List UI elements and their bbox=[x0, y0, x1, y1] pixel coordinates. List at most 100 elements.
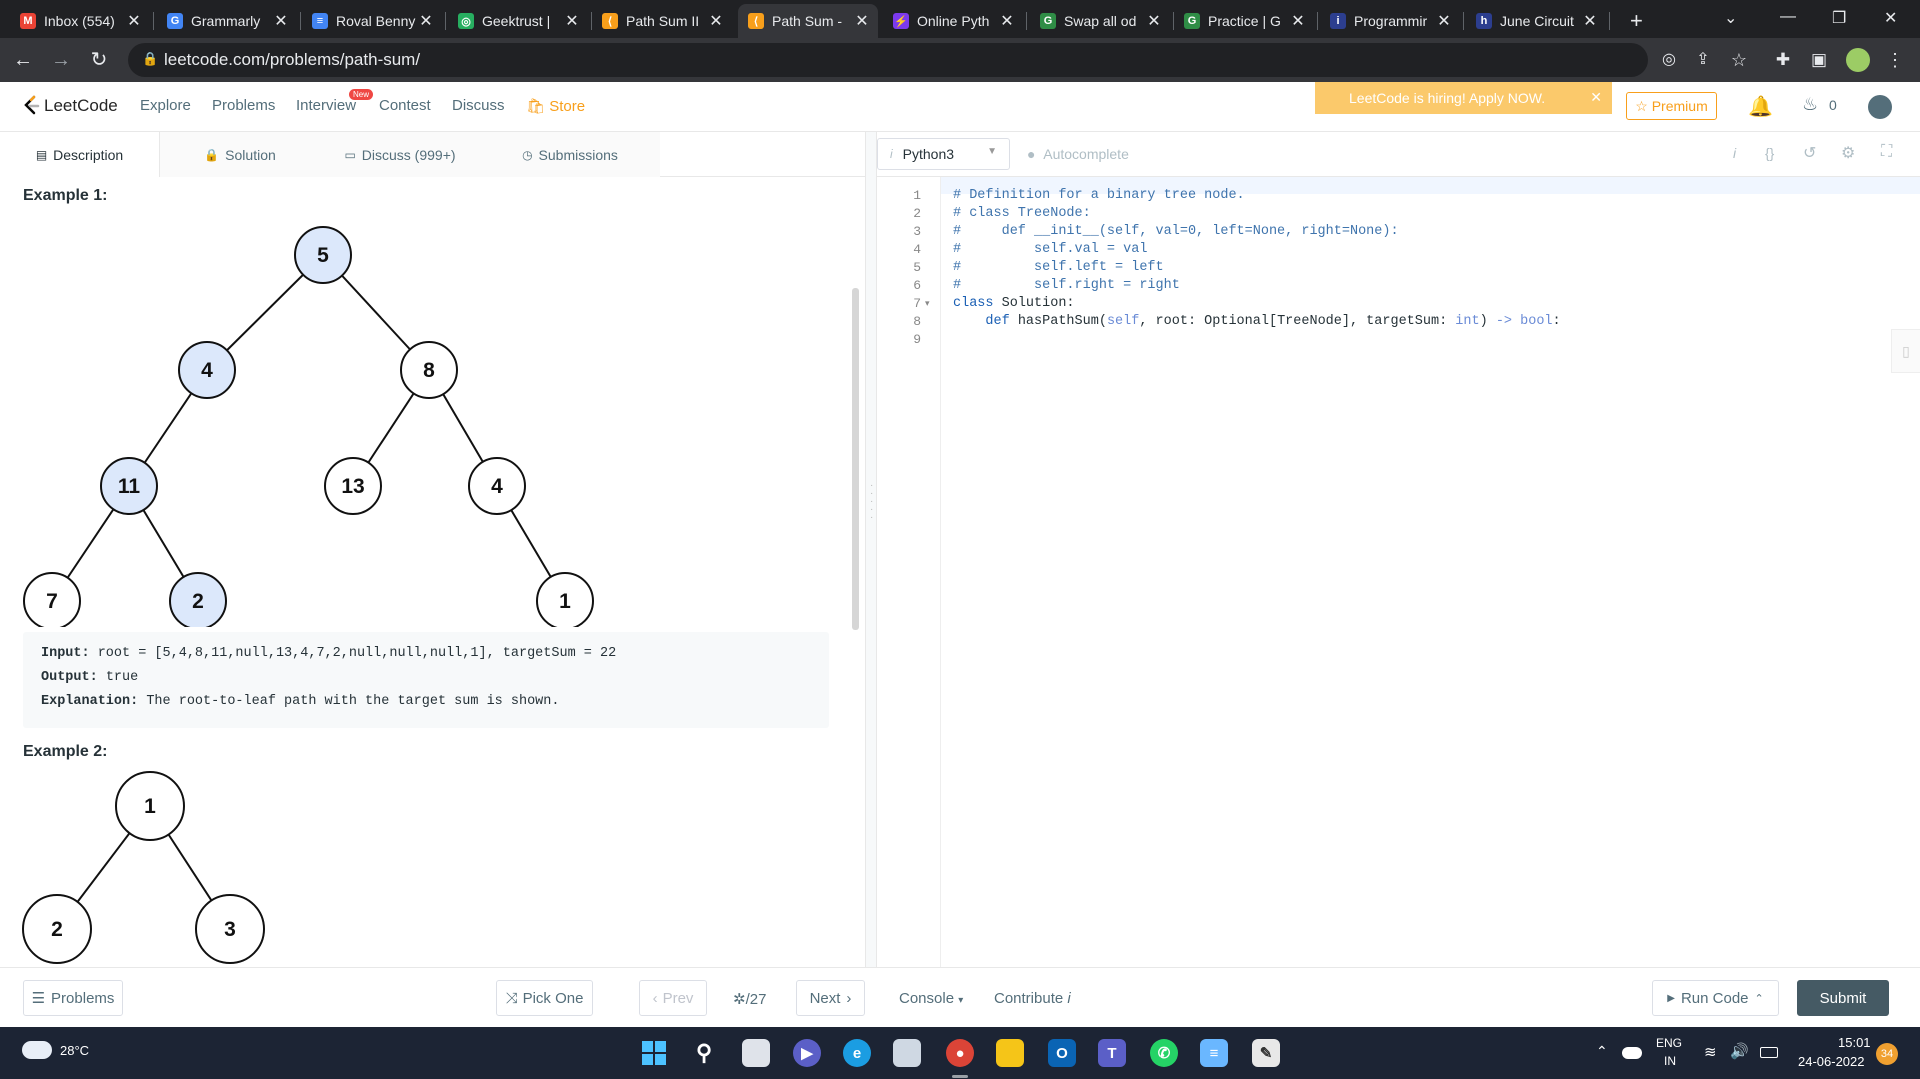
side-note-tab-icon[interactable]: ▯ bbox=[1891, 329, 1920, 373]
close-tab-icon[interactable]: ✕ bbox=[124, 11, 144, 31]
bell-icon[interactable]: 🔔 bbox=[1748, 94, 1773, 119]
browser-tab[interactable]: i Programmir ✕ bbox=[1320, 4, 1460, 38]
onedrive-cloud-icon[interactable] bbox=[1622, 1047, 1642, 1059]
browser-tab[interactable]: ◎ Geektrust | ✕ bbox=[448, 4, 588, 38]
line-number-gutter: 1 2 3 4 5 6 7 ▾ 8 9 bbox=[877, 177, 941, 967]
nav-discuss[interactable]: Discuss bbox=[452, 97, 505, 114]
code-line: # self.val = val bbox=[953, 242, 1148, 257]
problems-list-button[interactable]: ☰ Problems bbox=[23, 980, 123, 1016]
file-explorer-icon[interactable] bbox=[996, 1039, 1024, 1067]
task-view-icon[interactable] bbox=[742, 1039, 770, 1067]
notes-app-icon[interactable]: ✎ bbox=[1252, 1039, 1280, 1067]
close-tab-icon[interactable]: ✕ bbox=[562, 11, 582, 31]
teams-icon[interactable]: T bbox=[1098, 1039, 1126, 1067]
nav-explore[interactable]: Explore bbox=[140, 97, 191, 114]
reset-icon[interactable]: ↺ bbox=[1803, 143, 1816, 163]
battery-icon[interactable] bbox=[1760, 1047, 1778, 1058]
extensions-icon[interactable]: ✚ bbox=[1770, 47, 1796, 73]
hiring-banner[interactable]: LeetCode is hiring! Apply NOW. ✕ bbox=[1315, 82, 1612, 114]
outlook-icon[interactable]: O bbox=[1048, 1039, 1076, 1067]
fire-icon[interactable]: ♨ bbox=[1802, 94, 1818, 115]
browser-tab[interactable]: M Inbox (554) ✕ bbox=[10, 4, 150, 38]
photos-icon[interactable] bbox=[893, 1039, 921, 1067]
browser-tab[interactable]: ⚡ Online Pyth ✕ bbox=[883, 4, 1023, 38]
close-tab-icon[interactable]: ✕ bbox=[416, 11, 436, 31]
info-icon[interactable]: i bbox=[1733, 145, 1736, 161]
browser-tab[interactable]: G Swap all od ✕ bbox=[1030, 4, 1170, 38]
prev-button[interactable]: ‹ Prev bbox=[639, 980, 707, 1016]
problem-page-indicator[interactable]: ✲/27 bbox=[733, 990, 766, 1008]
windows-start-icon[interactable] bbox=[640, 1039, 668, 1067]
close-tab-icon[interactable]: ✕ bbox=[997, 11, 1017, 31]
premium-button[interactable]: ☆ Premium bbox=[1626, 92, 1717, 120]
tab-submissions[interactable]: ◷ Submissions bbox=[480, 132, 660, 177]
browser-tab[interactable]: ⟨ Path Sum - ✕ bbox=[738, 4, 878, 38]
browser-tab[interactable]: ⟨ Path Sum II ✕ bbox=[592, 4, 732, 38]
close-tab-icon[interactable]: ✕ bbox=[1434, 11, 1454, 31]
whatsapp-icon[interactable]: ✆ bbox=[1150, 1039, 1178, 1067]
panel-resize-handle[interactable]: · · · · · bbox=[865, 132, 877, 967]
next-button[interactable]: Next › bbox=[796, 980, 865, 1016]
reload-icon[interactable]: ↻ bbox=[86, 47, 112, 73]
edge-icon[interactable]: e bbox=[843, 1039, 871, 1067]
braces-icon[interactable]: {} bbox=[1765, 145, 1774, 161]
fold-arrow-icon[interactable]: ▾ bbox=[925, 298, 930, 309]
restore-icon[interactable]: ❐ bbox=[1832, 8, 1846, 28]
close-tab-icon[interactable]: ✕ bbox=[271, 11, 291, 31]
close-tab-icon[interactable]: ✕ bbox=[1288, 11, 1308, 31]
close-tab-icon[interactable]: ✕ bbox=[1144, 11, 1164, 31]
profile-avatar[interactable] bbox=[1846, 48, 1870, 72]
share-icon[interactable]: ⇪ bbox=[1690, 47, 1716, 73]
close-tab-icon[interactable]: ✕ bbox=[1580, 11, 1600, 31]
browser-tab[interactable]: G Practice | G ✕ bbox=[1174, 4, 1314, 38]
close-tab-icon[interactable]: ✕ bbox=[706, 11, 726, 31]
chevron-up-icon[interactable]: ⌃ bbox=[1596, 1043, 1608, 1060]
browser-tab[interactable]: ≡ Roval Benny ✕ bbox=[302, 4, 442, 38]
tab-discuss[interactable]: ▭ Discuss (999+) bbox=[320, 132, 480, 177]
wifi-icon[interactable]: ≋ bbox=[1704, 1043, 1717, 1061]
autocomplete-toggle[interactable]: ● Autocomplete bbox=[1027, 146, 1129, 162]
submit-button[interactable]: Submit bbox=[1797, 980, 1889, 1016]
teams-chat-icon[interactable]: ▶ bbox=[793, 1039, 821, 1067]
tab-description[interactable]: ▤ Description bbox=[0, 132, 160, 177]
window-close-icon[interactable]: ✕ bbox=[1884, 8, 1897, 28]
console-toggle[interactable]: Console ▾ bbox=[899, 990, 963, 1007]
pick-one-button[interactable]: ⤨ Pick One bbox=[496, 980, 593, 1016]
left-panel-scrollbar[interactable] bbox=[852, 288, 859, 630]
nav-problems[interactable]: Problems bbox=[212, 97, 275, 114]
nav-contest[interactable]: Contest bbox=[379, 97, 431, 114]
eye-off-icon[interactable]: ◎ bbox=[1656, 47, 1682, 73]
run-code-button[interactable]: ▶ Run Code ⌃ bbox=[1652, 980, 1779, 1016]
browser-tab[interactable]: h June Circuit ✕ bbox=[1466, 4, 1606, 38]
notepad-icon[interactable]: ≡ bbox=[1200, 1039, 1228, 1067]
clock-time[interactable]: 15:01 bbox=[1838, 1035, 1871, 1050]
new-tab-button[interactable]: + bbox=[1620, 4, 1643, 38]
tab-search-icon[interactable]: ⌄ bbox=[1724, 8, 1737, 28]
address-bar[interactable]: 🔒 leetcode.com/problems/path-sum/ bbox=[128, 43, 1648, 77]
leetcode-logo[interactable]: LeetCode bbox=[22, 95, 118, 117]
minimize-icon[interactable]: — bbox=[1780, 8, 1796, 26]
language-select[interactable]: i Python3 ▼ bbox=[877, 138, 1010, 170]
nav-store[interactable]: 🛍 Store bbox=[526, 97, 585, 115]
browser-tab[interactable]: G Grammarly ✕ bbox=[157, 4, 297, 38]
nav-interview[interactable]: Interview bbox=[296, 97, 356, 114]
forward-icon[interactable]: → bbox=[48, 47, 74, 73]
close-tab-icon[interactable]: ✕ bbox=[852, 11, 872, 31]
star-icon[interactable]: ☆ bbox=[1726, 47, 1752, 73]
menu-icon[interactable]: ⋮ bbox=[1882, 47, 1908, 73]
code-editor[interactable]: 1 2 3 4 5 6 7 ▾ 8 9 # Definition for a binary tre… bbox=[877, 177, 1920, 967]
tab-solution[interactable]: 🔒 Solution bbox=[160, 132, 320, 177]
settings-gear-icon[interactable]: ⚙ bbox=[1841, 143, 1855, 163]
back-icon[interactable]: ← bbox=[10, 47, 36, 73]
weather-cloud-icon[interactable] bbox=[22, 1041, 52, 1059]
close-icon[interactable]: ✕ bbox=[1590, 89, 1602, 106]
notification-count-badge[interactable]: 34 bbox=[1876, 1043, 1898, 1065]
volume-icon[interactable]: 🔊 bbox=[1730, 1042, 1749, 1060]
fullscreen-icon[interactable]: ⛶ bbox=[1881, 143, 1892, 161]
language-indicator-top[interactable]: ENG bbox=[1656, 1036, 1682, 1050]
user-avatar-icon[interactable] bbox=[1868, 95, 1892, 119]
contribute-link[interactable]: Contribute i bbox=[994, 990, 1071, 1007]
chrome-icon[interactable]: ● bbox=[946, 1039, 974, 1067]
sidepanel-icon[interactable]: ▣ bbox=[1806, 47, 1832, 73]
search-icon[interactable]: ⚲ bbox=[690, 1039, 718, 1067]
